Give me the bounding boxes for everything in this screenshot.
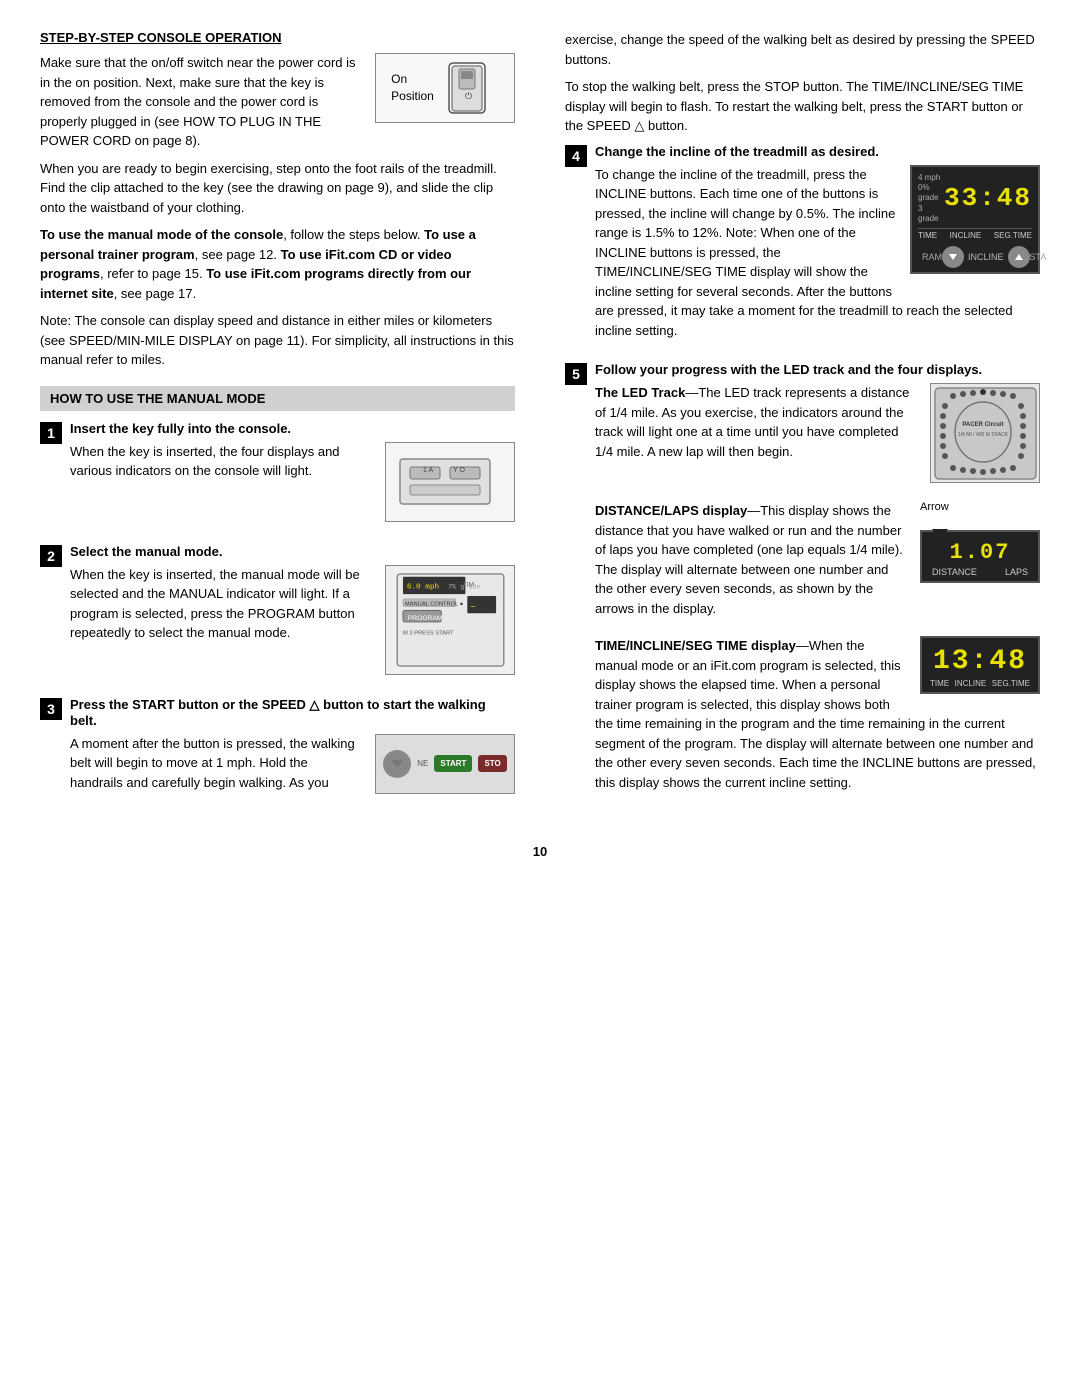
- incline-label-incline: INCLINE: [950, 231, 982, 240]
- distance-label: DISTANCE: [932, 567, 977, 577]
- svg-text:⏻: ⏻: [465, 91, 472, 101]
- page-layout: STEP-BY-STEP CONSOLE OPERATION OnPositio…: [40, 30, 1040, 824]
- svg-text:PACER Circuit: PACER Circuit: [962, 422, 1003, 428]
- step-2-number: 2: [40, 545, 62, 567]
- step-5-number: 5: [565, 363, 587, 385]
- on-position-label: OnPosition: [391, 71, 434, 105]
- bold-para: To use the manual mode of the console, f…: [40, 225, 515, 303]
- incline-up-btn[interactable]: [1008, 246, 1030, 268]
- led-track-section: PACER Circuit 1/4 MI / 400 M TRACK The L…: [595, 383, 1040, 491]
- step-4-title: Change the incline of the treadmill as d…: [595, 144, 1040, 159]
- incline-down-btn[interactable]: [942, 246, 964, 268]
- time-display: 13:48: [928, 646, 1032, 677]
- svg-text:6.0 mph: 6.0 mph: [406, 583, 438, 591]
- step-2-content: Select the manual mode. 6.0 mph 7% grade…: [70, 544, 515, 683]
- step-4-number: 4: [565, 145, 587, 167]
- step-4-content: Change the incline of the treadmill as d…: [595, 144, 1040, 349]
- svg-text:MANUAL CONTROL ●: MANUAL CONTROL ●: [404, 601, 462, 607]
- laps-label: LAPS: [1005, 567, 1028, 577]
- power-switch-icon: ⏻: [444, 61, 499, 116]
- key-figure: 1 A Y O: [385, 442, 515, 522]
- step-2-title: Select the manual mode.: [70, 544, 515, 559]
- time-display-figure: 13:48 TIME INCLINE SEG.TIME: [920, 636, 1040, 694]
- incline-label: NE: [417, 759, 428, 768]
- svg-text:PROGRAM: PROGRAM: [407, 615, 442, 622]
- incline-display: 33:48: [944, 183, 1032, 213]
- note-para: Note: The console can display speed and …: [40, 311, 515, 370]
- svg-text:TIM: TIM: [462, 581, 474, 588]
- incline-middle-label: INCLINE: [968, 252, 1004, 262]
- manual-console-icon: 6.0 mph 7% grade MANUAL CONTROL ● PROGRA…: [393, 572, 508, 668]
- step-3-title: Press the START button or the SPEED △ bu…: [70, 697, 515, 728]
- distance-laps-section: Arrow 1.07 DISTANCE L: [595, 501, 1040, 626]
- svg-text:–: –: [470, 600, 476, 611]
- incline-bottom-labels: TIME INCLINE SEG.TIME: [918, 228, 1032, 240]
- incline-figure: 4 mph 0% grade 3 grade 33:48 TIME INCLIN…: [910, 165, 1040, 275]
- arrow-label: Arrow: [920, 501, 1040, 513]
- manual-console-figure: 6.0 mph 7% grade MANUAL CONTROL ● PROGRA…: [385, 565, 515, 675]
- ram-label: RAM: [922, 252, 942, 262]
- sta-label: STA: [1030, 252, 1047, 262]
- step-3-number: 3: [40, 698, 62, 720]
- start-button-icon: START: [434, 755, 472, 772]
- key-console-icon: 1 A Y O: [395, 449, 505, 514]
- stop-button-icon: STO: [478, 755, 506, 772]
- time-labels: TIME INCLINE SEG.TIME: [928, 677, 1032, 688]
- step-5-content: Follow your progress with the LED track …: [595, 362, 1040, 810]
- step-1-content: Insert the key fully into the console. 1…: [70, 421, 515, 530]
- svg-text:1/4 MI / 400 M TRACK: 1/4 MI / 400 M TRACK: [957, 432, 1008, 438]
- distance-display: 1.07: [928, 540, 1032, 565]
- arrow-down-icon: [930, 527, 950, 543]
- svg-text:1 A: 1 A: [423, 467, 433, 474]
- time-display-section: 13:48 TIME INCLINE SEG.TIME TIME/INCLINE…: [595, 636, 1040, 800]
- svg-text:M 3 PRESS START: M 3 PRESS START: [402, 630, 453, 636]
- step-1-title: Insert the key fully into the console.: [70, 421, 515, 436]
- incline-down-button-icon: [383, 750, 411, 778]
- start-stop-figure: NE START STO: [375, 734, 515, 794]
- time-label-time: TIME: [930, 679, 949, 688]
- distance-laps-wrapper: Arrow 1.07 DISTANCE L: [920, 501, 1040, 583]
- right-intro-1: exercise, change the speed of the walkin…: [565, 30, 1040, 69]
- manual-mode-header: HOW TO USE THE MANUAL MODE: [40, 386, 515, 411]
- time-label-incline: INCLINE: [955, 679, 987, 688]
- on-position-figure: OnPosition ⏻: [375, 53, 515, 123]
- distance-labels: DISTANCE LAPS: [928, 565, 1032, 577]
- page-number: 10: [40, 844, 1040, 859]
- section-header: STEP-BY-STEP CONSOLE OPERATION: [40, 30, 515, 45]
- step-1: 1 Insert the key fully into the console.…: [40, 421, 515, 530]
- step-5-title: Follow your progress with the LED track …: [595, 362, 1040, 377]
- intro-para-2: When you are ready to begin exercising, …: [40, 159, 515, 218]
- step-3-content: Press the START button or the SPEED △ bu…: [70, 697, 515, 802]
- step-3: 3 Press the START button or the SPEED △ …: [40, 697, 515, 802]
- right-intro-2: To stop the walking belt, press the STOP…: [565, 77, 1040, 136]
- pacer-circuit-icon: PACER Circuit 1/4 MI / 400 M TRACK: [933, 386, 1038, 481]
- step-1-number: 1: [40, 422, 62, 444]
- incline-grade-labels: 4 mph 0% grade 3 grade: [918, 173, 944, 225]
- incline-label-segtime: SEG.TIME: [994, 231, 1032, 240]
- incline-label-time: TIME: [918, 231, 937, 240]
- incline-top: 4 mph 0% grade 3 grade 33:48: [918, 173, 1032, 225]
- led-track-figure: PACER Circuit 1/4 MI / 400 M TRACK: [930, 383, 1040, 483]
- time-label-segtime: SEG.TIME: [992, 679, 1030, 688]
- right-column: exercise, change the speed of the walkin…: [555, 30, 1040, 824]
- step-5: 5 Follow your progress with the LED trac…: [565, 362, 1040, 810]
- svg-text:Y O: Y O: [453, 467, 465, 474]
- left-column: STEP-BY-STEP CONSOLE OPERATION OnPositio…: [40, 30, 525, 824]
- step-4: 4 Change the incline of the treadmill as…: [565, 144, 1040, 349]
- step-2: 2 Select the manual mode. 6.0 mph 7% gra…: [40, 544, 515, 683]
